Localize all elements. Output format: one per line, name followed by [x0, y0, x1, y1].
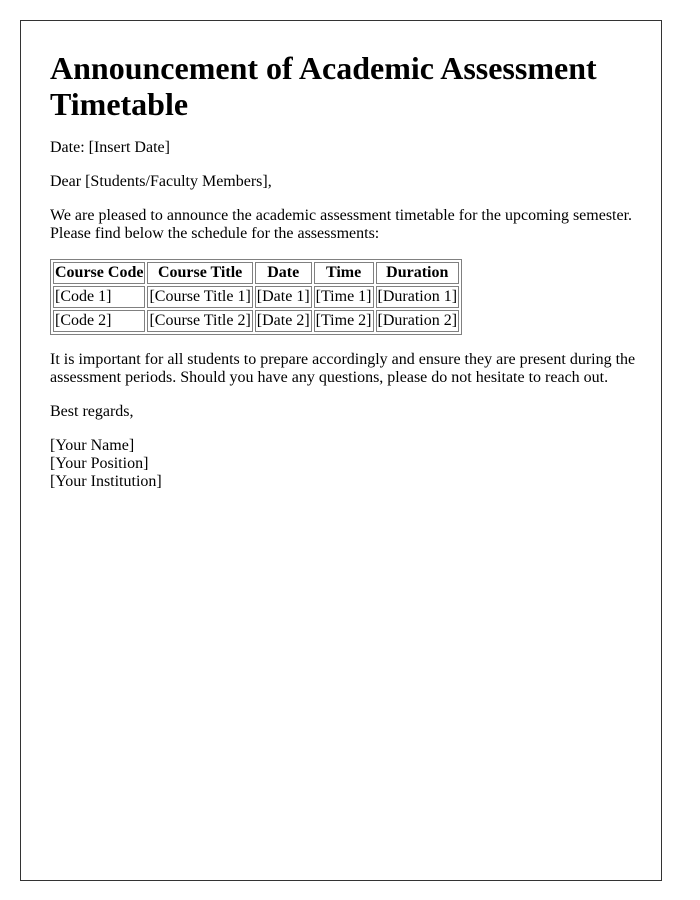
letter-title: Announcement of Academic Assessment Time…	[50, 50, 597, 122]
cell-duration: [Duration 2]	[375, 310, 460, 332]
closing-paragraph: It is important for all students to prep…	[50, 351, 636, 386]
table-row: [Code 2] [Course Title 2] [Date 2] [Time…	[53, 310, 460, 332]
header-course-code: Course Code	[53, 262, 146, 284]
cell-course-code: [Code 1]	[53, 286, 146, 308]
date-line: Date: [Insert Date]	[50, 139, 170, 156]
cell-date: [Date 2]	[254, 310, 312, 332]
cell-duration: [Duration 1]	[375, 286, 460, 308]
cell-course-title: [Course Title 2]	[147, 310, 253, 332]
cell-time: [Time 1]	[313, 286, 374, 308]
signature-name: [Your Name]	[50, 437, 135, 454]
signature-position: [Your Position]	[50, 455, 149, 472]
signature-institution: [Your Institution]	[50, 473, 162, 490]
assessment-schedule-table: Course Code Course Title Date Time Durat…	[50, 259, 463, 335]
header-course-title: Course Title	[147, 262, 253, 284]
header-date: Date	[254, 262, 312, 284]
cell-course-code: [Code 2]	[53, 310, 146, 332]
cell-time: [Time 2]	[313, 310, 374, 332]
cell-date: [Date 1]	[254, 286, 312, 308]
intro-paragraph: We are pleased to announce the academic …	[50, 207, 633, 242]
header-duration: Duration	[375, 262, 460, 284]
sign-off: Best regards,	[50, 403, 134, 420]
table-row: [Code 1] [Course Title 1] [Date 1] [Time…	[53, 286, 460, 308]
signature-block: [Your Name] [Your Position] [Your Instit…	[50, 437, 661, 491]
header-time: Time	[313, 262, 374, 284]
letter-container: Announcement of Academic Assessment Time…	[20, 20, 662, 881]
cell-course-title: [Course Title 1]	[147, 286, 253, 308]
salutation: Dear [Students/Faculty Members],	[50, 173, 272, 190]
table-header-row: Course Code Course Title Date Time Durat…	[53, 262, 460, 284]
